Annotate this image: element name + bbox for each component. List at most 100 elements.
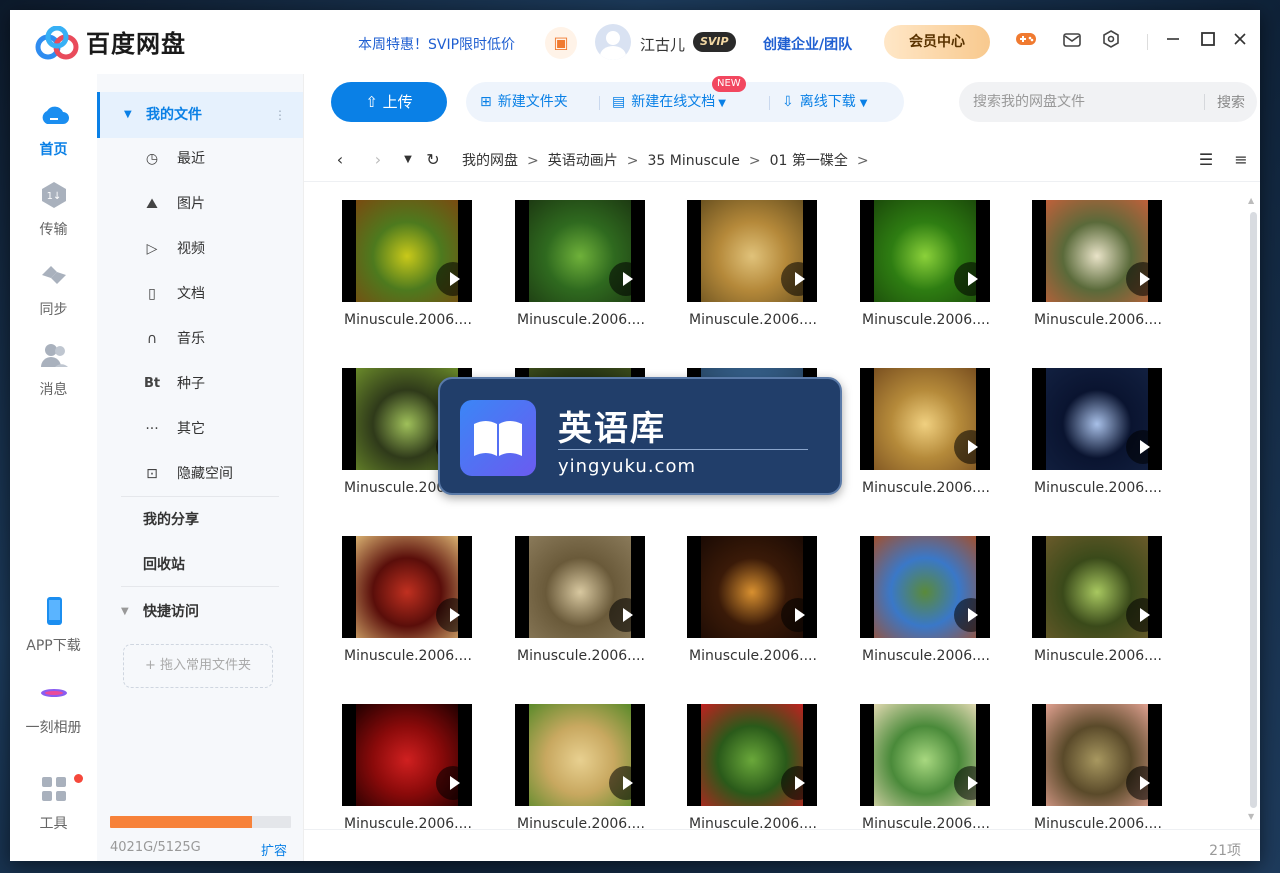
video-thumbnail <box>515 200 645 302</box>
new-online-doc-button[interactable]: ▤ 新建在线文档 ▼ NEW <box>612 76 746 122</box>
username[interactable]: 江古儿 <box>640 34 685 55</box>
video-file-tile[interactable]: Minuscule.2006.... <box>687 536 817 676</box>
upload-button[interactable]: ⇧ 上传 <box>331 82 447 122</box>
tree-item[interactable]: ∩ 音乐 <box>97 317 303 361</box>
play-icon[interactable] <box>609 766 643 800</box>
book-logo-icon <box>460 400 536 476</box>
tree-my-share[interactable]: 我的分享 <box>97 497 303 543</box>
tree-quick-access[interactable]: ▼ 快捷访问 <box>97 589 303 635</box>
rail-item-sync[interactable]: 同步 <box>10 260 97 319</box>
breadcrumb-item[interactable]: 我的网盘 <box>462 150 518 170</box>
sort-icon[interactable]: ☰ <box>1194 148 1218 172</box>
back-arrow-icon[interactable]: ‹ <box>328 148 352 172</box>
offline-download-button[interactable]: ⇩ 离线下载 ▼ <box>782 82 867 122</box>
expand-storage-link[interactable]: 扩容 <box>261 840 287 859</box>
document-icon: ▯ <box>148 286 156 302</box>
video-file-tile[interactable]: Minuscule.2006.... <box>1032 704 1162 829</box>
gamepad-icon[interactable] <box>1014 30 1038 54</box>
video-file-tile[interactable]: Minuscule.2006.... <box>687 200 817 340</box>
play-icon[interactable] <box>1126 430 1160 464</box>
play-icon[interactable] <box>954 262 988 296</box>
phone-icon <box>46 597 62 625</box>
play-icon[interactable] <box>781 262 815 296</box>
play-icon[interactable] <box>609 262 643 296</box>
scroll-up-icon[interactable]: ▲ <box>1248 196 1254 205</box>
tree-item[interactable]: ▯ 文档 <box>97 272 303 316</box>
play-icon[interactable] <box>1126 598 1160 632</box>
video-file-tile[interactable]: Minuscule.2006.... <box>515 200 645 340</box>
rail-item-messages[interactable]: 消息 <box>10 340 97 399</box>
history-dropdown-icon[interactable]: ▼ <box>396 148 420 172</box>
watermark-banner: 英语库 yingyuku.com <box>438 377 842 495</box>
play-icon[interactable] <box>954 598 988 632</box>
svg-text:1↓: 1↓ <box>46 191 61 202</box>
play-icon[interactable] <box>436 262 470 296</box>
play-icon[interactable] <box>1126 766 1160 800</box>
video-file-tile[interactable]: Minuscule.2006.... <box>1032 200 1162 340</box>
file-name: Minuscule.2006.... <box>344 312 472 328</box>
minimize-icon[interactable] <box>1161 30 1185 54</box>
avatar[interactable] <box>595 24 631 60</box>
video-file-tile[interactable]: Minuscule.2006.... <box>1032 368 1162 508</box>
breadcrumb-item[interactable]: 35 Minuscule <box>647 153 739 169</box>
rail-item-album[interactable]: 一刻相册 <box>10 678 97 737</box>
rail-item-transfer[interactable]: 1↓ 传输 <box>10 180 97 239</box>
tree-item[interactable]: ⛰ 图片 <box>97 182 303 226</box>
rail-item-tools[interactable]: 工具 <box>10 774 97 833</box>
vip-center-button[interactable]: 会员中心 <box>884 25 990 59</box>
tree-recycle-bin[interactable]: 回收站 <box>97 542 303 588</box>
video-file-tile[interactable]: Minuscule.2006.... <box>342 704 472 829</box>
video-thumbnail <box>860 200 990 302</box>
search-input[interactable] <box>973 92 1193 112</box>
quick-access-drop-zone[interactable]: + 拖入常用文件夹 <box>123 644 273 688</box>
play-icon[interactable] <box>781 766 815 800</box>
more-icon: ··· <box>145 421 159 437</box>
tree-item[interactable]: ◷ 最近 <box>97 137 303 181</box>
settings-icon[interactable] <box>1099 30 1123 54</box>
scroll-thumb[interactable] <box>1250 212 1257 808</box>
breadcrumb-item[interactable]: 英语动画片 <box>548 150 618 170</box>
close-icon[interactable] <box>1228 30 1252 54</box>
breadcrumb-item[interactable]: 01 第一碟全 <box>770 150 848 170</box>
video-file-tile[interactable]: Minuscule.2006.... <box>1032 536 1162 676</box>
play-icon[interactable] <box>954 430 988 464</box>
rail-item-app-download[interactable]: APP下载 <box>10 596 97 655</box>
video-file-tile[interactable]: Minuscule.2006.... <box>515 536 645 676</box>
scroll-down-icon[interactable]: ▼ <box>1248 812 1254 821</box>
video-file-tile[interactable]: Minuscule.2006.... <box>860 536 990 676</box>
file-name: Minuscule.2006.... <box>689 648 817 664</box>
video-file-tile[interactable]: Minuscule.2006.... <box>515 704 645 829</box>
mail-icon[interactable] <box>1060 30 1084 54</box>
gift-icon[interactable]: ▣ <box>545 27 577 59</box>
forward-arrow-icon[interactable]: › <box>366 148 390 172</box>
play-icon[interactable] <box>609 598 643 632</box>
search-button[interactable]: 搜索 <box>1217 92 1245 112</box>
list-view-icon[interactable]: ≡ <box>1229 148 1253 172</box>
create-team-link[interactable]: 创建企业/团队 <box>763 34 852 54</box>
play-icon[interactable] <box>436 598 470 632</box>
play-icon[interactable] <box>1126 262 1160 296</box>
scrollbar[interactable]: ▲ ▼ <box>1248 196 1258 824</box>
video-file-tile[interactable]: Minuscule.2006.... <box>860 200 990 340</box>
tree-item[interactable]: ▷ 视频 <box>97 227 303 271</box>
new-folder-button[interactable]: ⊞ 新建文件夹 <box>480 82 568 122</box>
refresh-icon[interactable]: ↻ <box>421 148 445 172</box>
tree-my-files[interactable]: ▼ 我的文件 ⋮ <box>97 92 303 138</box>
tree-item[interactable]: ··· 其它 <box>97 407 303 451</box>
video-file-tile[interactable]: Minuscule.2006.... <box>687 704 817 829</box>
tree-item[interactable]: Bt 种子 <box>97 362 303 406</box>
tree-item-label: 最近 <box>177 151 205 167</box>
play-icon[interactable] <box>954 766 988 800</box>
video-file-tile[interactable]: Minuscule.2006.... <box>860 368 990 508</box>
video-file-tile[interactable]: Minuscule.2006.... <box>342 536 472 676</box>
divider <box>769 96 770 110</box>
more-vertical-icon[interactable]: ⋮ <box>274 92 286 138</box>
maximize-icon[interactable] <box>1196 30 1220 54</box>
video-file-tile[interactable]: Minuscule.2006.... <box>860 704 990 829</box>
rail-item-home[interactable]: 首页 <box>10 100 97 159</box>
play-icon[interactable] <box>781 598 815 632</box>
promo-link[interactable]: 本周特惠！SVIP限时低价 <box>358 34 515 54</box>
tree-item[interactable]: ⊡ 隐藏空间 <box>97 452 303 496</box>
video-file-tile[interactable]: Minuscule.2006.... <box>342 200 472 340</box>
play-icon[interactable] <box>436 766 470 800</box>
